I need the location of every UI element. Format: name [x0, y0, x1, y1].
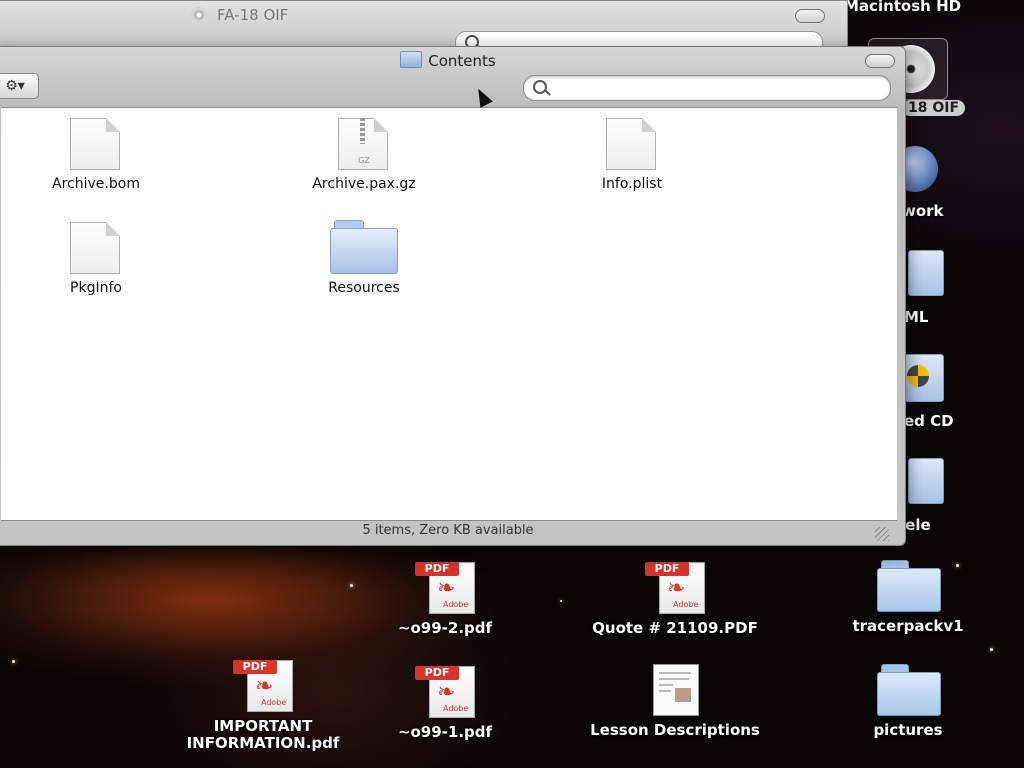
document-icon	[649, 664, 701, 716]
macintosh-hd-label: Macintosh HD	[844, 0, 962, 15]
search-icon	[533, 80, 547, 94]
desktop-icon-quote[interactable]: PDF ❧ Adobe Quote # 21109.PDF	[590, 560, 760, 637]
search-field[interactable]	[523, 75, 891, 101]
folder-icon	[330, 220, 398, 274]
desktop-icon-important-information[interactable]: PDF ❧ Adobe IMPORTANT INFORMATION.pdf	[178, 658, 348, 752]
folder-icon	[875, 664, 941, 716]
resize-handle[interactable]	[875, 527, 889, 541]
disc-label: 18 OIF	[902, 100, 966, 116]
desktop-icon-lesson-descriptions[interactable]: Lesson Descriptions	[590, 664, 760, 739]
folder-icon	[908, 458, 944, 504]
file-item-label: Resources	[328, 280, 400, 296]
pdf-icon: PDF ❧ Adobe	[233, 658, 293, 712]
file-item-label: Archive.pax.gz	[312, 176, 416, 192]
toolbar-toggle-button[interactable]	[865, 54, 895, 68]
finder-window[interactable]: Contents ⚙▾ Archive.bom GZ Archive.pax.g…	[0, 46, 906, 546]
status-bar: 5 items, Zero KB available	[362, 523, 534, 538]
document-icon	[70, 118, 122, 170]
desktop-icon-tracerpackv1[interactable]: tracerpackv1	[823, 560, 993, 635]
file-item-info-plist[interactable]: Info.plist	[547, 118, 717, 192]
file-item-archive-bom[interactable]: Archive.bom	[11, 118, 181, 192]
star	[990, 648, 993, 651]
search-input[interactable]	[556, 79, 880, 99]
window-title: Contents	[428, 52, 496, 70]
pdf-icon: PDF ❧ Adobe	[645, 560, 705, 614]
desktop-icon-label: tracerpackv1	[852, 617, 964, 635]
document-icon	[70, 222, 122, 274]
back-window-title: FA-18 OIF	[217, 6, 289, 24]
desktop-icon-pictures[interactable]: pictures	[823, 664, 993, 739]
pdf-icon: PDF ❧ Adobe	[415, 560, 475, 614]
desktop-icon-label: Quote # 21109.PDF	[592, 619, 758, 637]
file-item-label: Info.plist	[601, 176, 663, 192]
burn-cd-label: ed CD	[904, 412, 954, 430]
file-item-archive-pax-gz[interactable]: GZ Archive.pax.gz	[279, 118, 449, 192]
desktop-icon-o99-1[interactable]: PDF ❧ Adobe ~o99-1.pdf	[360, 664, 530, 741]
toolbar-toggle-button[interactable]	[795, 9, 825, 23]
document-icon	[606, 118, 658, 170]
desktop-icon-o99-2[interactable]: PDF ❧ Adobe ~o99-2.pdf	[360, 560, 530, 637]
desktop-icon-label: Lesson Descriptions	[590, 721, 760, 739]
file-view[interactable]: Archive.bom GZ Archive.pax.gz Info.plist…	[1, 107, 897, 521]
star	[560, 600, 562, 602]
file-item-label: PkgInfo	[70, 280, 122, 296]
star	[350, 584, 353, 587]
zip-archive-icon: GZ	[338, 118, 390, 170]
disc-icon	[191, 7, 207, 23]
desktop-icon-label: pictures	[873, 721, 943, 739]
desktop-icon-label: ~o99-1.pdf	[397, 723, 493, 741]
file-item-resources[interactable]: Resources	[279, 220, 449, 296]
action-menu-button[interactable]: ⚙▾	[0, 73, 39, 99]
folder-icon	[875, 560, 941, 612]
window-title-bar: Contents	[0, 51, 905, 70]
pdf-icon: PDF ❧ Adobe	[415, 664, 475, 718]
star	[12, 660, 15, 663]
folder-icon	[908, 250, 944, 296]
desktop-icon-label: IMPORTANT INFORMATION.pdf	[186, 717, 340, 752]
file-item-pkginfo[interactable]: PkgInfo	[11, 222, 181, 296]
file-item-label: Archive.bom	[52, 176, 140, 192]
burn-folder-icon	[904, 354, 944, 402]
network-label: work	[902, 202, 944, 220]
folder-icon	[400, 51, 423, 68]
desktop-icon-label: ~o99-2.pdf	[397, 619, 493, 637]
ml-label: ML	[904, 308, 929, 326]
